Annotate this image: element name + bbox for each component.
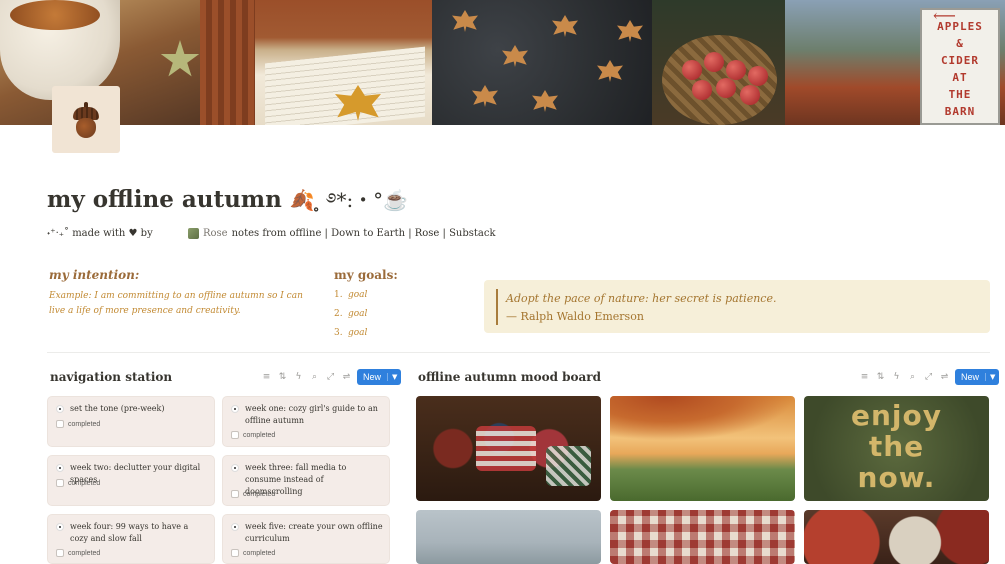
nav-card[interactable]: week four: 99 ways to have a cozy and sl… [47,514,215,564]
bullet-icon [231,405,239,413]
completed-checkbox[interactable] [231,490,239,498]
mood-board-image-enjoy-the-now[interactable]: enjoy the now. [804,396,989,501]
chevron-down-icon[interactable]: ▼ [985,373,999,381]
mood-board-toolbar: ≡ ⇅ ϟ ⌕ ⤢ ⇌ New ▼ [859,369,1000,385]
mood-board-image-plaid-tablecloth[interactable] [610,510,795,564]
nav-card-title: week five: create your own offline curri… [245,522,383,543]
completed-checkbox[interactable] [231,549,239,557]
completed-checkbox[interactable] [56,420,64,428]
mood-board-image-jam-jars[interactable] [416,396,601,501]
nav-card[interactable]: week three: fall media to consume instea… [222,455,390,506]
mood-board-title[interactable]: offline autumn mood board [418,370,601,384]
completed-label: completed [68,549,101,557]
lightning-icon[interactable]: ϟ [293,372,304,383]
completed-checkbox[interactable] [56,549,64,557]
page-title[interactable]: my offline autumn 🍂 ̥̥ ࿔*:・°☕ [47,178,408,234]
divider [47,352,990,353]
nav-card[interactable]: week two: declutter your digital spaces … [47,455,215,506]
enjoy-the-now-text: enjoy the now. [850,399,942,494]
bullet-icon [56,523,64,531]
navigation-station-title[interactable]: navigation station [50,370,172,384]
expand-icon[interactable]: ⤢ [923,372,934,383]
goal-number: 2. [334,309,343,319]
bullet-icon [231,523,239,531]
page-title-decoration: 🍂 ̥̥ ࿔*:・°☕ [289,188,409,212]
quote-text: Adopt the pace of nature: her secret is … [506,292,777,305]
goal-item[interactable]: 3. goal [334,327,367,346]
completed-checkbox[interactable] [56,479,64,487]
bullet-icon [56,464,64,472]
bullet-icon [231,464,239,472]
chevron-down-icon[interactable]: ▼ [387,373,401,381]
mood-board-image-yarn-balls[interactable] [804,510,989,564]
new-button[interactable]: New ▼ [357,369,402,385]
intention-text[interactable]: Example: I am committing to an offline a… [49,289,314,319]
completed-label: completed [68,479,101,487]
mood-board-image-misty-hills[interactable] [416,510,601,564]
nav-card[interactable]: week five: create your own offline curri… [222,514,390,564]
nav-card-title: week four: 99 ways to have a cozy and sl… [70,522,189,543]
goals-heading: my goals: [334,268,398,282]
settings-icon[interactable]: ⇌ [939,372,950,383]
completed-label: completed [243,490,276,498]
filter-icon[interactable]: ≡ [261,372,272,383]
nav-card-title: set the tone (pre-week) [70,404,165,413]
goals-list: 1. goal 2. goal 3. goal [334,289,367,346]
search-icon[interactable]: ⌕ [309,372,320,383]
mood-board-image-autumn-sunset[interactable] [610,396,795,501]
goal-item[interactable]: 2. goal [334,308,367,327]
bullet-icon [56,405,64,413]
completed-label: completed [243,549,276,557]
cover-image[interactable]: ⟵ APPLES & CIDER AT THE BARN [0,0,1005,125]
filter-icon[interactable]: ≡ [859,372,870,383]
goal-text: goal [348,328,368,338]
goal-text: goal [348,290,368,300]
cover-tile-barn-sign: ⟵ APPLES & CIDER AT THE BARN [785,0,1005,125]
cover-tile-apple-basket [652,0,785,125]
cover-tile-leaves-water [432,0,652,125]
cover-tile-cider-mug [0,0,255,125]
search-icon[interactable]: ⌕ [907,372,918,383]
intention-heading: my intention: [49,268,140,282]
nav-card-title: week one: cozy girl's guide to an offlin… [245,404,378,425]
sort-icon[interactable]: ⇅ [277,372,288,383]
completed-label: completed [243,431,276,439]
settings-icon[interactable]: ⇌ [341,372,352,383]
rose-avatar-icon [188,228,199,239]
sort-icon[interactable]: ⇅ [875,372,886,383]
author-links: Rose notes from offline | Down to Earth … [188,228,496,239]
new-button-label: New [961,372,980,382]
completed-label: completed [68,420,101,428]
quote-bar [496,289,498,325]
navigation-toolbar: ≡ ⇅ ϟ ⌕ ⤢ ⇌ New ▼ [261,369,402,385]
new-button[interactable]: New ▼ [955,369,1000,385]
cover-sign-text: APPLES & CIDER AT THE BARN [937,20,983,118]
goal-number: 1. [334,290,343,300]
new-button-label: New [363,372,382,382]
expand-icon[interactable]: ⤢ [325,372,336,383]
nav-card[interactable]: set the tone (pre-week) completed [47,396,215,447]
author-links-text[interactable]: notes from offline | Down to Earth | Ros… [232,228,496,239]
cover-tile-book-leaf [255,0,432,125]
made-with-label: ˖⁺‧₊˚ made with ♥ by [47,228,153,239]
quote-author: — Ralph Waldo Emerson [506,310,644,323]
author-mention[interactable]: Rose [203,228,228,239]
goal-text: goal [348,309,368,319]
acorn-icon [73,101,99,138]
page-icon-acorn[interactable] [52,86,120,153]
nav-card[interactable]: week one: cozy girl's guide to an offlin… [222,396,390,447]
completed-checkbox[interactable] [231,431,239,439]
lightning-icon[interactable]: ϟ [891,372,902,383]
page-title-text: my offline autumn [47,186,282,213]
goal-number: 3. [334,328,343,338]
quote-callout[interactable]: Adopt the pace of nature: her secret is … [484,280,990,333]
goal-item[interactable]: 1. goal [334,289,367,308]
